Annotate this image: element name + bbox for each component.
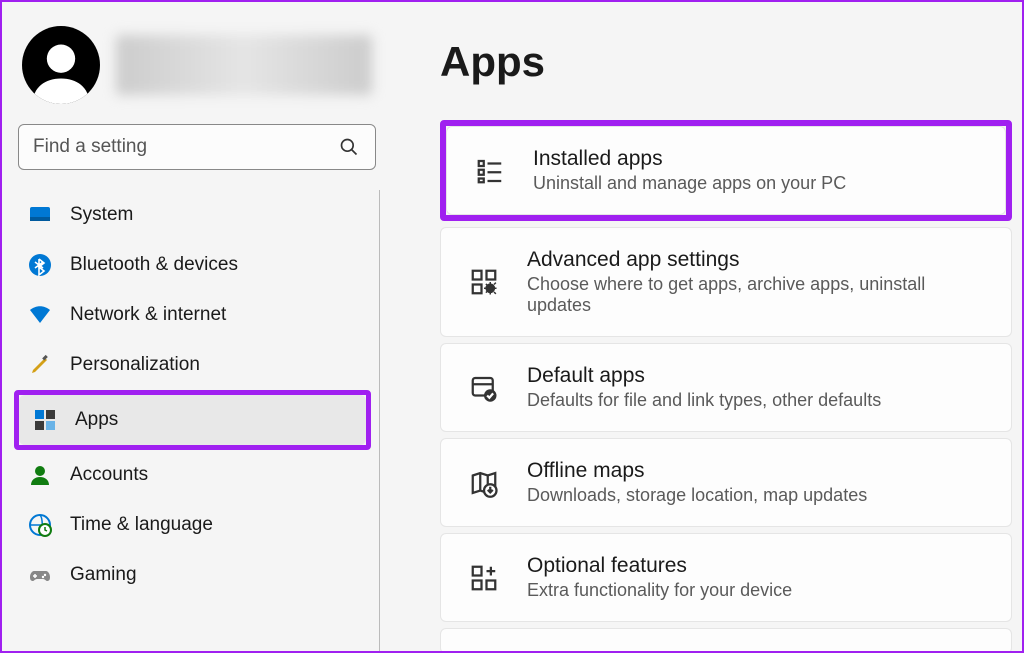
cards-list: Installed apps Uninstall and manage apps… — [440, 120, 1012, 651]
card-subtitle: Downloads, storage location, map updates — [527, 485, 985, 506]
card-advanced-app-settings[interactable]: Advanced app settings Choose where to ge… — [440, 227, 1012, 337]
card-title: Optional features — [527, 554, 985, 578]
gaming-icon — [28, 563, 52, 587]
apps-icon — [33, 408, 57, 432]
sidebar-item-label: Time & language — [70, 514, 213, 536]
search-input[interactable] — [33, 136, 337, 158]
accounts-icon — [28, 463, 52, 487]
card-default-apps[interactable]: Default apps Defaults for file and link … — [440, 343, 1012, 432]
card-optional-features[interactable]: Optional features Extra functionality fo… — [440, 533, 1012, 622]
sidebar-item-label: Apps — [75, 409, 118, 431]
card-partial[interactable] — [440, 628, 1012, 651]
main-content: Apps Installed apps Uninstall and manage… — [392, 2, 1022, 651]
sidebar-item-gaming[interactable]: Gaming — [14, 550, 371, 600]
sidebar-item-label: Bluetooth & devices — [70, 254, 238, 276]
sidebar-item-bluetooth[interactable]: Bluetooth & devices — [14, 240, 371, 290]
card-installed-apps[interactable]: Installed apps Uninstall and manage apps… — [446, 126, 1006, 215]
grid-plus-icon — [467, 561, 501, 595]
grid-gear-icon — [467, 265, 501, 299]
bluetooth-icon — [28, 253, 52, 277]
sidebar-item-time-language[interactable]: Time & language — [14, 500, 371, 550]
search-icon — [337, 135, 361, 159]
profile-name-blurred — [116, 35, 372, 95]
sidebar-item-label: System — [70, 204, 133, 226]
sidebar-item-label: Gaming — [70, 564, 137, 586]
search-input-container[interactable] — [18, 124, 376, 170]
card-title: Installed apps — [533, 147, 979, 171]
sidebar-item-personalization[interactable]: Personalization — [14, 340, 371, 390]
card-title: Default apps — [527, 364, 985, 388]
avatar — [22, 26, 100, 104]
card-subtitle: Choose where to get apps, archive apps, … — [527, 274, 985, 316]
profile-section[interactable] — [14, 26, 380, 124]
nav-list: System Bluetooth & devices Network & int… — [14, 190, 380, 651]
card-subtitle: Defaults for file and link types, other … — [527, 390, 985, 411]
card-offline-maps[interactable]: Offline maps Downloads, storage location… — [440, 438, 1012, 527]
sidebar: System Bluetooth & devices Network & int… — [2, 2, 392, 651]
card-title: Offline maps — [527, 459, 985, 483]
sidebar-item-accounts[interactable]: Accounts — [14, 450, 371, 500]
sidebar-item-label: Network & internet — [70, 304, 226, 326]
page-title: Apps — [440, 38, 1012, 86]
card-subtitle: Extra functionality for your device — [527, 580, 985, 601]
sidebar-item-label: Accounts — [70, 464, 148, 486]
window-check-icon — [467, 371, 501, 405]
sidebar-item-system[interactable]: System — [14, 190, 371, 240]
paintbrush-icon — [28, 353, 52, 377]
system-icon — [28, 203, 52, 227]
card-title: Advanced app settings — [527, 248, 985, 272]
list-icon — [473, 154, 507, 188]
sidebar-item-label: Personalization — [70, 354, 200, 376]
clock-globe-icon — [28, 513, 52, 537]
wifi-icon — [28, 303, 52, 327]
sidebar-item-apps[interactable]: Apps — [19, 395, 366, 445]
map-download-icon — [467, 466, 501, 500]
card-subtitle: Uninstall and manage apps on your PC — [533, 173, 979, 194]
sidebar-item-network[interactable]: Network & internet — [14, 290, 371, 340]
